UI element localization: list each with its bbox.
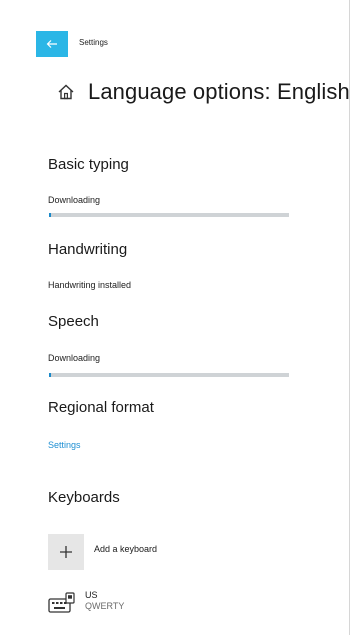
speech-status: Downloading <box>48 353 101 363</box>
speech-progress <box>49 373 289 377</box>
keyboards-heading: Keyboards <box>48 489 120 506</box>
basic-typing-progress-fill <box>49 213 52 217</box>
handwriting-status: Handwriting installed <box>48 280 132 290</box>
keyboard-item-us[interactable]: US QWERTY <box>48 590 124 616</box>
back-button[interactable] <box>36 31 68 57</box>
basic-typing-progress <box>49 213 289 217</box>
speech-heading: Speech <box>48 313 99 330</box>
title-bar: Settings <box>0 0 350 60</box>
window-title: Settings <box>79 38 108 47</box>
page-title: Language options: English <box>88 79 350 104</box>
plus-icon <box>60 546 72 558</box>
add-keyboard-tile[interactable] <box>48 534 84 570</box>
basic-typing-heading: Basic typing <box>48 156 129 173</box>
regional-format-settings-link[interactable]: Settings <box>48 440 81 450</box>
settings-window: Settings Language options: English Basic… <box>0 0 350 635</box>
regional-format-heading: Regional format <box>48 399 154 416</box>
basic-typing-status: Downloading <box>48 195 101 205</box>
add-keyboard-button[interactable]: Add a keyboard <box>48 534 157 570</box>
home-icon <box>58 84 74 100</box>
page-header: Language options: English <box>56 77 350 107</box>
keyboard-name: US <box>85 590 98 600</box>
keyboard-layout: QWERTY <box>85 601 125 611</box>
handwriting-heading: Handwriting <box>48 241 128 258</box>
speech-progress-fill <box>49 373 52 377</box>
add-keyboard-label: Add a keyboard <box>94 544 158 554</box>
back-arrow-icon <box>46 40 57 48</box>
keyboard-icon <box>48 592 75 613</box>
